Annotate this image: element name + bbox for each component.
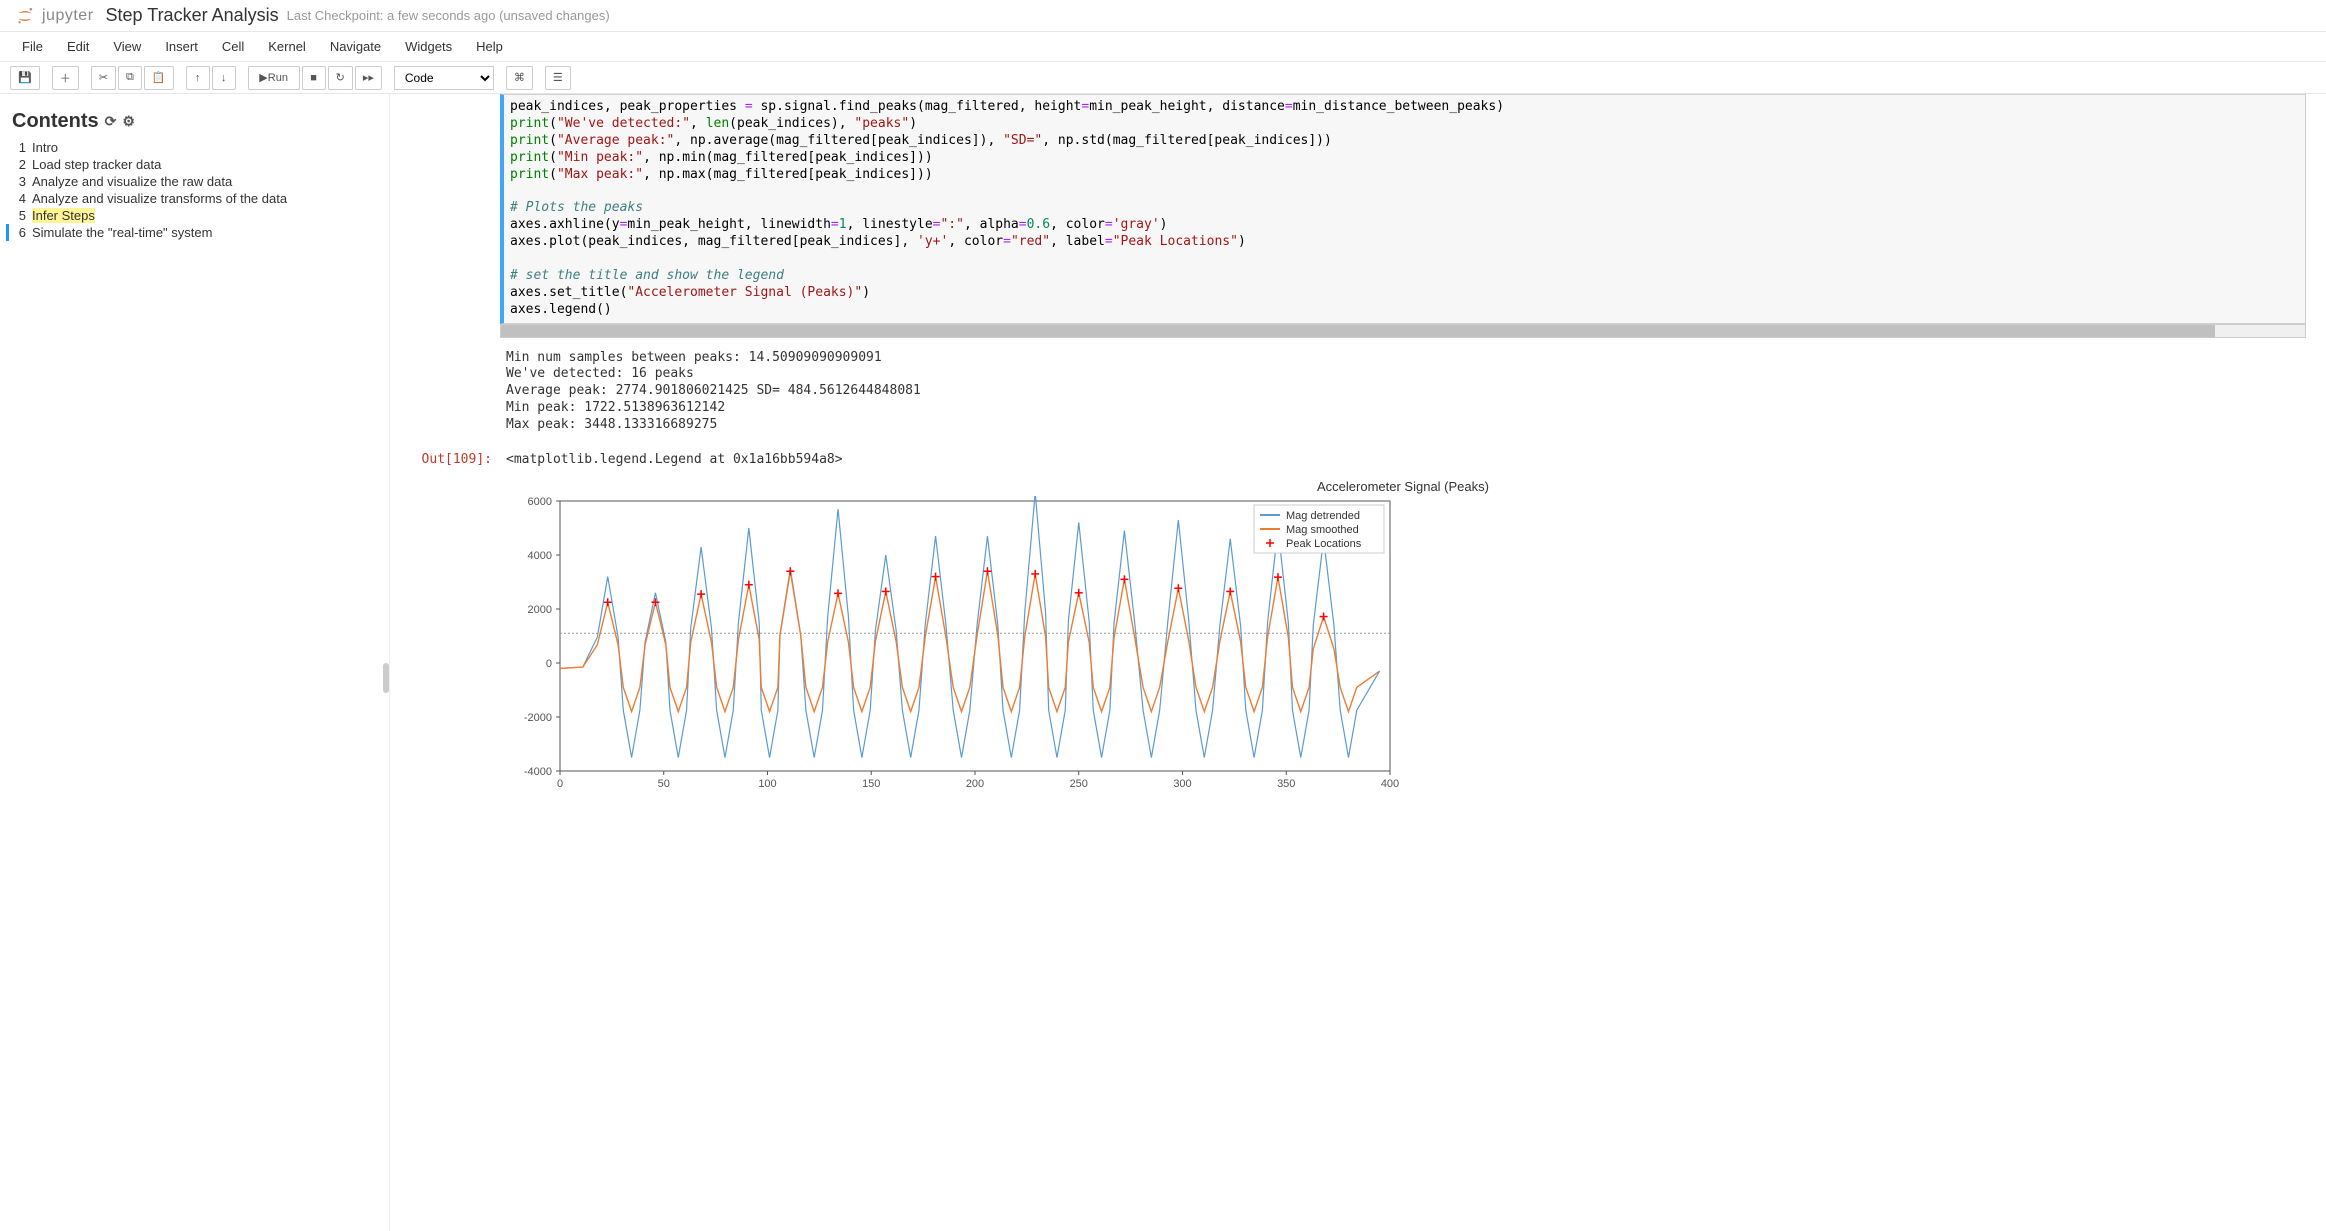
- logo-text: jupyter: [42, 7, 94, 25]
- svg-text:-2000: -2000: [524, 712, 552, 724]
- jupyter-logo: jupyter: [12, 7, 94, 25]
- jupyter-icon: [12, 7, 38, 25]
- toc-item[interactable]: 4Analyze and visualize transforms of the…: [12, 190, 377, 207]
- svg-text:250: 250: [1070, 778, 1088, 790]
- svg-text:Mag detrended: Mag detrended: [1286, 510, 1360, 522]
- header: jupyter Step Tracker Analysis Last Check…: [0, 0, 2326, 32]
- stdout-output: Min num samples between peaks: 14.509090…: [410, 346, 2306, 438]
- svg-text:Mag smoothed: Mag smoothed: [1286, 524, 1359, 536]
- code-horizontal-scrollbar[interactable]: [500, 324, 2306, 338]
- command-palette-button[interactable]: ⌘: [506, 66, 533, 90]
- menu-view[interactable]: View: [101, 35, 153, 58]
- menu-help[interactable]: Help: [464, 35, 515, 58]
- svg-text:350: 350: [1277, 778, 1295, 790]
- move-up-button[interactable]: ↑: [186, 66, 210, 90]
- gear-icon[interactable]: ⚙: [122, 113, 135, 130]
- code-cell[interactable]: peak_indices, peak_properties = sp.signa…: [410, 94, 2306, 324]
- in-prompt: [410, 94, 500, 324]
- sidebar-resize-handle[interactable]: [383, 663, 389, 693]
- refresh-icon[interactable]: ⟳: [105, 113, 117, 130]
- chart-output: Accelerometer Signal (Peaks) -4000 -2000 0…: [410, 473, 2306, 796]
- chart-title: Accelerometer Signal (Peaks): [500, 479, 2306, 494]
- svg-text:2000: 2000: [528, 604, 552, 616]
- toc-sidebar: Contents ⟳ ⚙ 1Intro2Load step tracker da…: [0, 94, 390, 1231]
- add-cell-button[interactable]: ＋: [52, 66, 79, 90]
- svg-text:50: 50: [658, 778, 670, 790]
- svg-text:150: 150: [862, 778, 880, 790]
- menu-widgets[interactable]: Widgets: [393, 35, 464, 58]
- menu-insert[interactable]: Insert: [153, 35, 210, 58]
- code-editor[interactable]: peak_indices, peak_properties = sp.signa…: [500, 94, 2306, 324]
- stop-button[interactable]: ■: [302, 66, 326, 90]
- out-prompt: Out[109]:: [410, 448, 500, 473]
- menu-navigate[interactable]: Navigate: [318, 35, 393, 58]
- menu-cell[interactable]: Cell: [210, 35, 256, 58]
- toc-button[interactable]: ☰: [545, 66, 571, 90]
- svg-text:400: 400: [1381, 778, 1399, 790]
- toc-item[interactable]: 2Load step tracker data: [12, 156, 377, 173]
- menu-file[interactable]: File: [10, 35, 55, 58]
- menu-edit[interactable]: Edit: [55, 35, 101, 58]
- toc-item[interactable]: 3Analyze and visualize the raw data: [12, 173, 377, 190]
- execute-result: Out[109]: <matplotlib.legend.Legend at 0…: [410, 448, 2306, 473]
- svg-text:200: 200: [966, 778, 984, 790]
- toc-item[interactable]: 1Intro: [12, 139, 377, 156]
- toc-item[interactable]: 6Simulate the "real-time" system: [6, 224, 377, 241]
- svg-text:300: 300: [1173, 778, 1191, 790]
- svg-text:-4000: -4000: [524, 766, 552, 778]
- notebook-title[interactable]: Step Tracker Analysis: [106, 5, 279, 26]
- move-down-button[interactable]: ↓: [212, 66, 236, 90]
- restart-button[interactable]: ↻: [328, 66, 353, 90]
- svg-text:Peak Locations: Peak Locations: [1286, 538, 1362, 550]
- accelerometer-chart: -4000 -2000 0 2000 4000 6000 0 50 100 150 200 250 30…: [500, 496, 1400, 796]
- out-repr: <matplotlib.legend.Legend at 0x1a16bb594…: [500, 448, 2306, 473]
- menu-kernel[interactable]: Kernel: [256, 35, 318, 58]
- cut-button[interactable]: ✂: [91, 66, 116, 90]
- paste-button[interactable]: 📋: [144, 66, 174, 90]
- cell-type-select[interactable]: Code: [394, 66, 494, 90]
- svg-text:0: 0: [557, 778, 563, 790]
- save-button[interactable]: 💾: [10, 66, 40, 90]
- stdout-text: Min num samples between peaks: 14.509090…: [500, 346, 2306, 438]
- menubar: FileEditViewInsertCellKernelNavigateWidg…: [0, 32, 2326, 62]
- svg-text:100: 100: [758, 778, 776, 790]
- notebook-area: peak_indices, peak_properties = sp.signa…: [390, 94, 2326, 1231]
- toc-title: Contents ⟳ ⚙: [12, 110, 377, 133]
- svg-text:6000: 6000: [528, 496, 552, 508]
- svg-text:0: 0: [546, 658, 552, 670]
- run-all-button[interactable]: ▸▸: [355, 66, 382, 90]
- checkpoint-text: Last Checkpoint: a few seconds ago (unsa…: [287, 8, 610, 23]
- run-button[interactable]: ▶ Run: [248, 66, 300, 90]
- svg-text:4000: 4000: [528, 550, 552, 562]
- copy-button[interactable]: ⧉: [118, 66, 142, 90]
- toc-item[interactable]: 5Infer Steps: [12, 207, 377, 224]
- toolbar: 💾 ＋ ✂ ⧉ 📋 ↑ ↓ ▶ Run ■ ↻ ▸▸ Code ⌘ ☰: [0, 62, 2326, 94]
